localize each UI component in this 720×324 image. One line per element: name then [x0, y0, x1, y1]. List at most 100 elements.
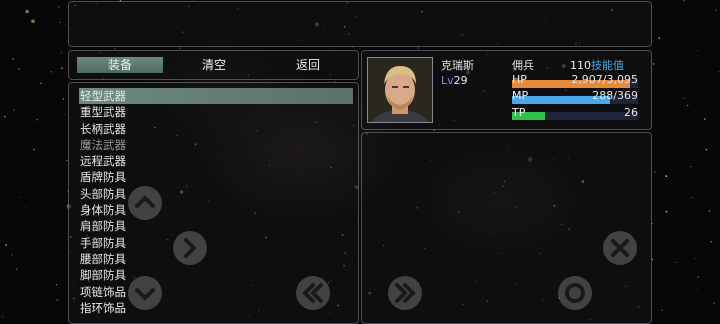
star [179, 47, 181, 49]
chevron-down-icon [135, 288, 155, 301]
down-button[interactable] [128, 276, 162, 310]
character-portrait [367, 57, 433, 123]
skill-points: 110技能值 [570, 57, 624, 73]
category-item[interactable]: 腰部防具 [79, 251, 353, 267]
star [13, 109, 15, 111]
star [56, 299, 59, 301]
close-icon [611, 239, 629, 257]
category-item[interactable]: 远程武器 [79, 153, 353, 169]
category-item[interactable]: 盾牌防具 [79, 169, 353, 185]
star [64, 23, 66, 25]
circle-confirm-icon [565, 283, 585, 303]
star [683, 0, 685, 2]
page-prev-button[interactable] [296, 276, 330, 310]
star [5, 244, 7, 246]
level: Lv29 [441, 74, 468, 87]
star [652, 63, 655, 65]
star [651, 258, 654, 260]
category-item[interactable]: 手部防具 [79, 235, 353, 251]
star [33, 148, 35, 151]
category-item[interactable]: 肩部防具 [79, 218, 353, 234]
star [697, 50, 698, 52]
star [2, 316, 4, 318]
star [705, 148, 708, 151]
star [25, 9, 29, 14]
double-chevron-right-icon [395, 283, 416, 303]
star [665, 210, 668, 213]
tab-clear[interactable]: 清空 [171, 57, 257, 73]
star [417, 47, 419, 49]
tp-label: TP [512, 106, 526, 119]
star [701, 57, 702, 58]
star [710, 241, 712, 243]
star [695, 258, 696, 260]
star [36, 118, 39, 121]
star [50, 71, 52, 73]
star [62, 98, 65, 100]
hp-value: 2,907/3,095 [571, 73, 638, 86]
star [699, 26, 701, 28]
chevron-right-icon [184, 238, 197, 258]
star [691, 196, 693, 198]
category-item[interactable]: 重型武器 [79, 104, 353, 120]
skill-points-label: 技能值 [591, 59, 624, 72]
up-button[interactable] [128, 186, 162, 220]
star [114, 48, 116, 49]
star [715, 9, 717, 11]
category-item[interactable]: 长柄武器 [79, 121, 353, 137]
category-item[interactable]: 身体防具 [79, 202, 353, 218]
star [19, 196, 21, 198]
star [682, 97, 685, 100]
mp-label: MP [512, 89, 529, 102]
star [61, 67, 63, 69]
character-name: 克瑞斯 [441, 59, 474, 72]
cancel-button[interactable] [603, 231, 637, 265]
star [40, 82, 42, 84]
skill-points-value: 110 [570, 59, 591, 72]
star [12, 58, 15, 61]
tp-value: 26 [624, 106, 638, 119]
star [4, 116, 6, 118]
tab-equip[interactable]: 装备 [77, 57, 163, 73]
category-item[interactable]: 轻型武器 [79, 88, 353, 105]
star [59, 21, 61, 23]
level-label: Lv [441, 74, 454, 87]
star [11, 254, 13, 256]
star [654, 171, 656, 173]
star [65, 144, 67, 146]
star [63, 113, 65, 115]
star [675, 262, 677, 264]
star [54, 35, 56, 36]
star [697, 276, 699, 278]
star [708, 210, 711, 212]
star [687, 104, 689, 106]
tab-back[interactable]: 返回 [265, 57, 351, 73]
help-panel [68, 1, 652, 47]
star [690, 166, 692, 168]
chevron-up-icon [135, 195, 155, 208]
star [672, 313, 674, 315]
star [696, 289, 698, 290]
star [31, 19, 35, 24]
mp-value: 288/369 [592, 89, 638, 102]
right-button[interactable] [173, 231, 207, 265]
hp-label: HP [512, 73, 527, 86]
confirm-button[interactable] [558, 276, 592, 310]
star [665, 175, 668, 178]
star [18, 68, 20, 70]
star [25, 206, 27, 208]
character-class: 佣兵 [512, 59, 534, 72]
page-next-button[interactable] [388, 276, 422, 310]
star [718, 70, 720, 72]
category-item[interactable]: 头部防具 [79, 186, 353, 202]
star [713, 302, 715, 304]
star [668, 124, 670, 125]
category-item[interactable]: 魔法武器 [79, 137, 353, 153]
star [658, 37, 660, 39]
star [58, 6, 60, 8]
star [15, 268, 18, 271]
star [56, 284, 58, 286]
double-chevron-left-icon [302, 283, 323, 303]
star [704, 118, 706, 120]
level-value: 29 [453, 74, 468, 87]
